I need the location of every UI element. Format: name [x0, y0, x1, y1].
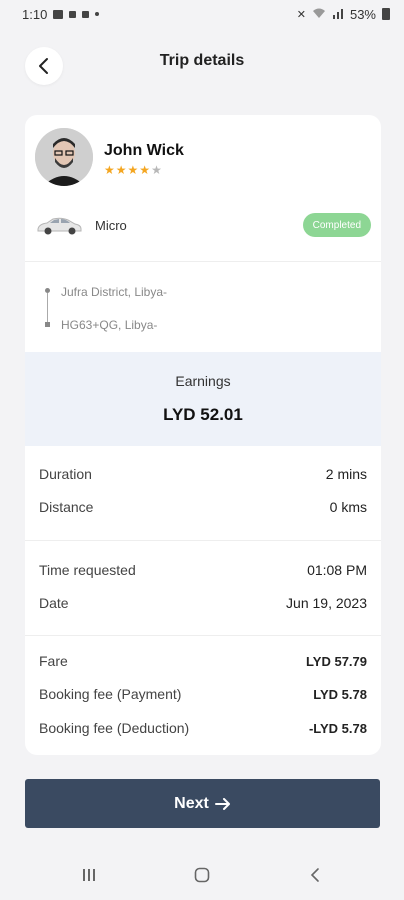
distance-row: Distance 0 kms — [39, 497, 367, 517]
app-notification-icon — [82, 10, 90, 18]
booking-fee-deduction-label: Booking fee (Deduction) — [39, 720, 190, 736]
earnings-panel: Earnings LYD 52.01 — [25, 352, 381, 446]
home-button[interactable] — [187, 863, 217, 887]
header: Trip details — [0, 44, 404, 86]
recent-apps-button[interactable] — [74, 863, 104, 887]
time-requested-label: Time requested — [39, 562, 136, 578]
booking-fee-deduction-value: -LYD 5.78 — [308, 720, 367, 736]
wifi-icon — [312, 7, 326, 22]
distance-value: 0 kms — [329, 499, 367, 515]
booking-fee-payment-row: Booking fee (Payment) LYD 5.78 — [39, 684, 367, 704]
time-requested-value: 01:08 PM — [307, 562, 367, 578]
star-icon: ★ — [127, 163, 140, 177]
fare-value: LYD 57.79 — [306, 653, 367, 669]
date-label: Date — [39, 595, 69, 611]
gallery-notification-icon — [53, 9, 64, 19]
status-time: 1:10 — [22, 6, 48, 22]
signal-icon — [332, 7, 344, 22]
duration-value: 2 mins — [325, 466, 367, 482]
duration-row: Duration 2 mins — [39, 464, 367, 484]
date-value: Jun 19, 2023 — [286, 595, 367, 611]
dropoff-address: HG63+QG, Libya- — [61, 318, 158, 332]
fare-row: Fare LYD 57.79 — [39, 651, 367, 671]
booking-fee-deduction-row: Booking fee (Deduction) -LYD 5.78 — [39, 718, 367, 738]
time-requested-row: Time requested 01:08 PM — [39, 560, 367, 580]
avatar — [35, 128, 93, 186]
driver-rating: ★★★★★ — [104, 163, 184, 177]
pickup-address: Jufra District, Libya- — [61, 285, 168, 299]
booking-fee-payment-value: LYD 5.78 — [313, 686, 367, 702]
arrow-right-icon — [214, 797, 230, 810]
divider — [25, 540, 381, 541]
battery-percent: 53% — [349, 6, 376, 22]
divider — [25, 635, 381, 636]
vehicle-type: Micro — [95, 217, 127, 233]
driver-row: John Wick ★★★★★ — [35, 128, 184, 188]
car-icon — [37, 217, 82, 235]
distance-label: Distance — [39, 499, 94, 515]
star-icon: ★ — [115, 163, 128, 177]
vehicle-row: Micro Completed — [35, 210, 371, 240]
status-bar: 1:10 ✕ 53% — [0, 0, 404, 28]
battery-icon — [382, 8, 390, 20]
mute-icon: ✕ — [296, 8, 306, 21]
driver-name: John Wick — [104, 142, 184, 159]
next-button[interactable]: Next — [25, 779, 380, 828]
divider — [25, 261, 381, 262]
fare-label: Fare — [39, 653, 68, 669]
duration-label: Duration — [39, 466, 92, 482]
earnings-value: LYD 52.01 — [163, 405, 243, 424]
app-notification-icon — [69, 10, 77, 18]
date-row: Date Jun 19, 2023 — [39, 593, 367, 613]
more-notifications-icon — [95, 12, 100, 16]
star-icon: ★ — [104, 163, 116, 177]
home-icon — [194, 867, 210, 883]
recent-apps-icon — [83, 869, 95, 881]
star-empty-icon: ★ — [151, 163, 163, 177]
star-icon: ★ — [139, 163, 152, 177]
system-back-button[interactable] — [300, 863, 330, 887]
trip-card: John Wick ★★★★★ Micro Completed Jufra Di… — [25, 115, 381, 755]
back-icon — [310, 868, 319, 882]
earnings-label: Earnings — [175, 373, 231, 389]
dropoff-square-icon — [45, 322, 50, 327]
booking-fee-payment-label: Booking fee (Payment) — [39, 686, 182, 702]
page-title: Trip details — [159, 52, 245, 69]
next-button-label: Next — [174, 794, 209, 812]
system-nav-bar — [0, 855, 404, 895]
status-badge: Completed — [302, 213, 371, 237]
